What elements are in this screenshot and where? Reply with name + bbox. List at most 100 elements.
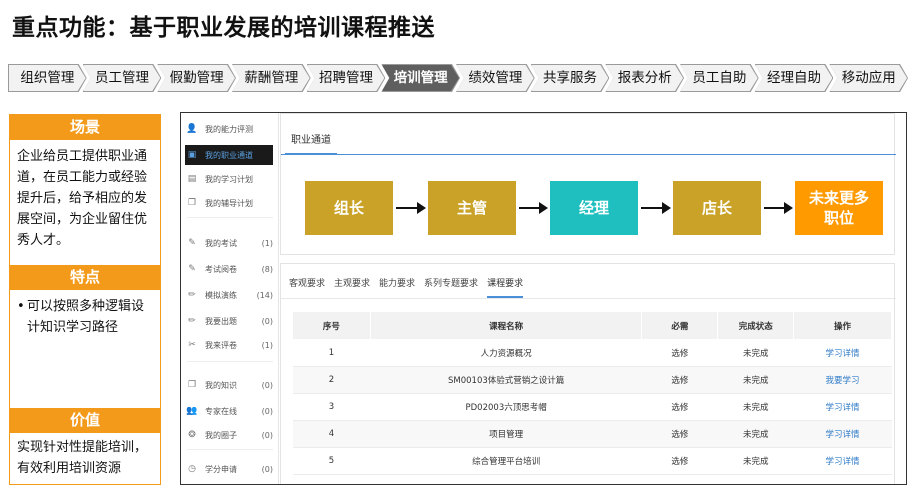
course-table: 序号 课程名称 必需 完成状态 操作 1 人力资源概况 选修 未完成 学习详情 2 SM00…	[292, 311, 892, 475]
course-status: 未完成	[717, 447, 794, 475]
module-tab-wrapper: 组织管理	[8, 64, 87, 92]
nav-divider	[187, 449, 273, 450]
column-header-required: 必需	[641, 311, 719, 340]
course-action-link[interactable]: 学习详情	[826, 430, 860, 440]
side-nav-item[interactable]: ❒ 我的知识 (0)	[185, 375, 273, 395]
module-tab-wrapper: 共享服务	[531, 64, 610, 92]
module-tab[interactable]: 员工管理	[84, 65, 161, 91]
arrow-right-icon	[641, 202, 671, 214]
course-name: SM00103体验式营销之设计篇	[370, 366, 642, 394]
career-step[interactable]: 经理	[550, 181, 638, 235]
module-tab-wrapper: 培训管理	[381, 64, 460, 92]
nav-divider	[187, 361, 273, 362]
side-nav-label: 我的能力评测	[205, 124, 253, 134]
side-nav-label: 我的考试	[205, 238, 237, 248]
arrow-right-icon	[519, 202, 548, 214]
save-icon: ▣	[187, 150, 197, 160]
table-cell: 学习详情	[793, 393, 892, 421]
side-nav: 👤 我的能力评测 ▣ 我的职业通道 ▤ 我的学习计划 ❐ 我的辅导计划 ✎ 我的考试 (1) ✎ 考试阅…	[181, 113, 279, 484]
side-nav-item[interactable]: ✎ 我的考试 (1)	[185, 233, 273, 253]
course-index: 3	[292, 393, 371, 421]
side-nav-count: (1)	[261, 340, 273, 350]
module-tab[interactable]: 培训管理	[382, 65, 459, 91]
module-tab[interactable]: 招聘管理	[308, 65, 385, 91]
side-nav-count: (0)	[261, 406, 273, 416]
career-step[interactable]: 店长	[673, 181, 761, 235]
course-name: PD02003六顶思考帽	[370, 393, 642, 421]
module-tab[interactable]: 绩效管理	[457, 65, 534, 91]
module-tab[interactable]: 薪酬管理	[233, 65, 310, 91]
side-nav-count: (0)	[261, 316, 273, 326]
career-step[interactable]: 未来更多 职位	[795, 181, 883, 235]
module-bar: 组织管理 员工管理 假勤管理 薪酬管理 招聘管理 培训管理 绩效管理 共享服务 报表分析 员工自助…	[8, 64, 904, 92]
course-action-link[interactable]: 我要学习	[826, 376, 860, 386]
side-nav-item[interactable]: ▤ 我的学习计划	[185, 169, 273, 189]
course-action-link[interactable]: 学习详情	[826, 349, 860, 359]
side-nav-item[interactable]: ❂ 我的圈子 (0)	[185, 425, 273, 445]
column-header-course-name: 课程名称	[369, 311, 643, 340]
course-required: 选修	[641, 420, 718, 448]
nav-divider	[187, 217, 273, 218]
career-tab[interactable]: 职业通道	[291, 131, 331, 146]
side-nav-item[interactable]: 👥 专家在线 (0)	[185, 401, 273, 421]
course-action-link[interactable]: 学习详情	[826, 403, 860, 413]
tabs-divider	[281, 298, 896, 299]
module-tab-wrapper: 报表分析	[605, 64, 684, 92]
edit-icon: ✎	[188, 264, 196, 274]
requirement-tab[interactable]: 客观要求	[289, 276, 325, 298]
side-nav-item[interactable]: ❐ 我的辅导计划	[185, 193, 273, 213]
side-nav-label: 我的圈子	[205, 430, 237, 440]
module-tab[interactable]: 共享服务	[532, 65, 609, 91]
side-nav-item[interactable]: ✂ 我来评卷 (1)	[185, 335, 273, 355]
course-card: 客观要求 主观要求 能力要求 系列专题要求 课程要求 序号 课程名称 必需 完成状态 操…	[280, 263, 896, 484]
course-required: 选修	[641, 447, 718, 475]
feature-list: • 可以按照多种逻辑设计知识学习路径	[10, 290, 160, 408]
requirement-tab[interactable]: 能力要求	[379, 276, 415, 298]
plan-icon: ▤	[187, 174, 197, 184]
scissors-icon: ✂	[188, 340, 196, 350]
scene-heading: 场景	[10, 115, 160, 140]
module-tab[interactable]: 经理自助	[756, 65, 833, 91]
feature-item: • 可以按照多种逻辑设计知识学习路径	[17, 296, 153, 338]
column-header-status: 完成状态	[717, 311, 795, 340]
requirement-tabs: 客观要求 主观要求 能力要求 系列专题要求 课程要求	[289, 276, 532, 298]
side-nav-label: 专家在线	[205, 406, 237, 416]
side-nav-item[interactable]: ▣ 我的职业通道	[185, 145, 273, 165]
pencil-icon: ✏	[188, 290, 196, 300]
module-tab-wrapper: 假勤管理	[157, 64, 236, 92]
career-card: 职业通道 组长 主管 经理 店长 未来更多 职位	[280, 113, 896, 255]
career-step[interactable]: 组长	[305, 181, 393, 235]
career-step[interactable]: 主管	[428, 181, 516, 235]
requirement-tab[interactable]: 课程要求	[487, 276, 524, 298]
side-nav-label: 模拟演练	[205, 290, 237, 300]
module-tab[interactable]: 员工自助	[681, 65, 758, 91]
person-icon: 👤	[186, 124, 198, 134]
course-action-link[interactable]: 学习详情	[826, 457, 860, 467]
page-title: 重点功能：基于职业发展的培训课程推送	[12, 15, 435, 41]
course-index: 4	[292, 420, 371, 448]
feature-heading: 特点	[10, 265, 160, 290]
module-tab-wrapper: 招聘管理	[307, 64, 386, 92]
side-nav-item[interactable]: ✎ 考试阅卷 (8)	[185, 259, 273, 279]
side-nav-count: (1)	[261, 238, 273, 248]
course-status: 未完成	[717, 339, 794, 367]
tab-active-indicator	[285, 153, 337, 155]
side-nav-item[interactable]: ✏ 模拟演练 (14)	[185, 285, 273, 305]
side-nav-count: (8)	[261, 264, 273, 274]
requirement-tab[interactable]: 系列专题要求	[424, 276, 478, 298]
copy-icon: ❐	[187, 198, 197, 208]
side-nav-item[interactable]: ✏ 我要出题 (0)	[185, 311, 273, 331]
side-nav-item[interactable]: ◷ 学分申请 (0)	[185, 459, 273, 479]
column-header-index: 序号	[292, 311, 371, 340]
module-tab[interactable]: 报表分析	[606, 65, 683, 91]
module-tab[interactable]: 移动应用	[830, 65, 907, 91]
module-tab[interactable]: 组织管理	[9, 65, 86, 91]
side-nav-item[interactable]: 👤 我的能力评测	[185, 119, 273, 139]
module-tab-wrapper: 薪酬管理	[232, 64, 311, 92]
arrow-right-icon	[396, 202, 426, 214]
requirement-tab[interactable]: 主观要求	[334, 276, 370, 298]
table-cell: 学习详情	[793, 339, 892, 367]
module-tab[interactable]: 假勤管理	[158, 65, 235, 91]
table-header-row: 序号 课程名称 必需 完成状态 操作	[292, 311, 892, 340]
value-heading: 价值	[10, 408, 160, 433]
